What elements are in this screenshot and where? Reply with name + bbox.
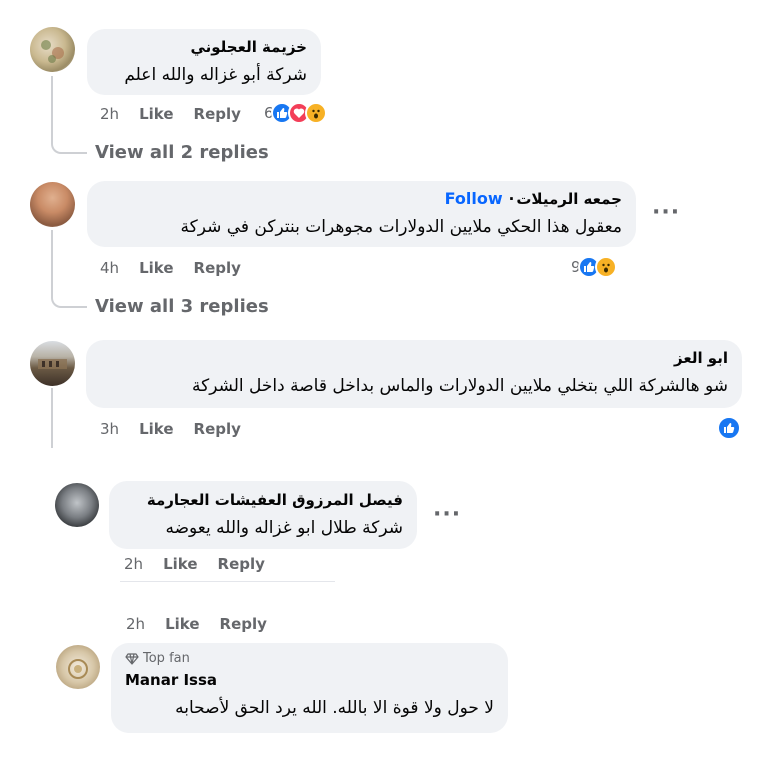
reply-button[interactable]: Reply bbox=[218, 554, 265, 574]
reply-author[interactable]: Manar Issa bbox=[125, 670, 494, 690]
divider bbox=[120, 581, 335, 582]
comment-text: شركة أبو غزاله والله اعلم bbox=[124, 65, 307, 85]
thread-connector bbox=[51, 128, 87, 154]
comment-author-row: جمعه الرميلات· Follow bbox=[101, 189, 622, 209]
comment-actions: 4h Like Reply bbox=[100, 258, 241, 278]
like-button[interactable]: Like bbox=[139, 258, 173, 278]
comment-timestamp[interactable]: 2h bbox=[100, 104, 119, 124]
reply-button[interactable]: Reply bbox=[194, 258, 241, 278]
comment-actions: 2h Like Reply bbox=[100, 104, 241, 124]
comment-author[interactable]: خزيمة العجلوني bbox=[101, 37, 307, 57]
reply-button[interactable]: Reply bbox=[220, 614, 267, 634]
reply-text: شركة طلال ابو غزاله والله يعوضه bbox=[165, 518, 403, 538]
reply-timestamp[interactable]: 2h bbox=[126, 614, 145, 634]
more-options-icon[interactable]: ··· bbox=[652, 200, 680, 225]
reply-actions: 2h Like Reply bbox=[126, 614, 267, 634]
comment-text: شو هالشركة اللي بتخلي ملايين الدولارات و… bbox=[191, 376, 728, 396]
avatar[interactable] bbox=[56, 645, 100, 689]
avatar[interactable] bbox=[30, 341, 75, 386]
avatar[interactable] bbox=[30, 27, 75, 72]
more-options-icon[interactable]: ··· bbox=[433, 502, 461, 527]
reply-bubble: Top fan Manar Issa لا حول ولا قوة الا با… bbox=[111, 643, 508, 733]
like-button[interactable]: Like bbox=[163, 554, 197, 574]
comment-timestamp[interactable]: 3h bbox=[100, 419, 119, 439]
comment-actions: 3h Like Reply bbox=[100, 419, 241, 439]
view-replies-link[interactable]: View all 2 replies bbox=[95, 142, 269, 163]
reaction-summary[interactable]: 6 bbox=[264, 102, 327, 124]
thread-connector bbox=[51, 282, 87, 308]
reaction-summary[interactable] bbox=[717, 416, 741, 440]
reply-text: لا حول ولا قوة الا بالله. الله يرد الحق … bbox=[175, 698, 494, 718]
top-fan-badge: Top fan bbox=[125, 651, 494, 666]
like-button[interactable]: Like bbox=[139, 104, 173, 124]
avatar[interactable] bbox=[55, 483, 99, 527]
comment-author[interactable]: ابو العز bbox=[100, 348, 728, 368]
reply-timestamp[interactable]: 2h bbox=[124, 554, 143, 574]
diamond-icon bbox=[125, 652, 139, 665]
thread-line bbox=[51, 76, 53, 128]
view-replies-link[interactable]: View all 3 replies bbox=[95, 296, 269, 317]
comment-bubble: ابو العز شو هالشركة اللي بتخلي ملايين ال… bbox=[86, 340, 742, 408]
wow-reaction-icon bbox=[304, 102, 327, 124]
comment-timestamp[interactable]: 4h bbox=[100, 258, 119, 278]
like-button[interactable]: Like bbox=[139, 419, 173, 439]
comment-author[interactable]: جمعه الرميلات bbox=[516, 190, 622, 208]
reaction-summary[interactable]: 9 bbox=[571, 256, 617, 278]
reply-actions: 2h Like Reply bbox=[124, 554, 265, 574]
separator-dot: · bbox=[508, 190, 515, 208]
thread-line bbox=[51, 388, 53, 448]
reply-button[interactable]: Reply bbox=[194, 419, 241, 439]
reply-author[interactable]: فيصل المرزوق العفيشات العجارمة bbox=[123, 490, 403, 510]
avatar[interactable] bbox=[30, 182, 75, 227]
wow-reaction-icon bbox=[594, 256, 617, 278]
reply-bubble: فيصل المرزوق العفيشات العجارمة شركة طلال… bbox=[109, 481, 417, 549]
like-reaction-icon bbox=[717, 416, 741, 440]
like-button[interactable]: Like bbox=[165, 614, 199, 634]
comment-bubble: خزيمة العجلوني شركة أبو غزاله والله اعلم bbox=[87, 29, 321, 95]
comment-bubble: جمعه الرميلات· Follow معقول هذا الحكي ملا… bbox=[87, 181, 636, 247]
follow-button[interactable]: Follow bbox=[445, 189, 503, 208]
reply-button[interactable]: Reply bbox=[194, 104, 241, 124]
comment-text: معقول هذا الحكي ملايين الدولارات مجوهرات… bbox=[180, 217, 622, 237]
thread-line bbox=[51, 230, 53, 282]
badge-label: Top fan bbox=[143, 651, 190, 666]
